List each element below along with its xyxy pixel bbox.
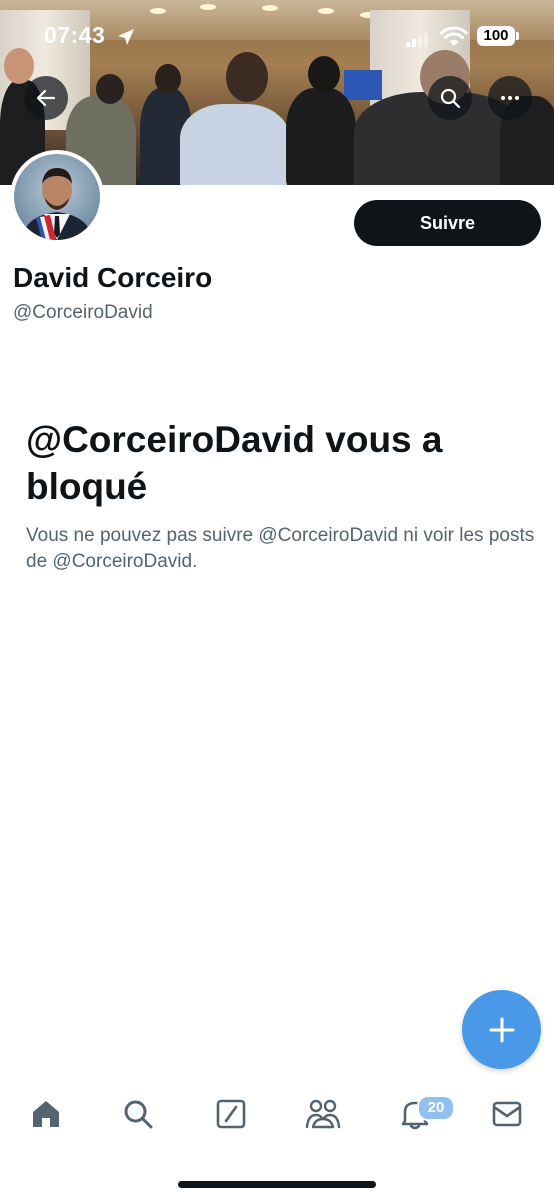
communities-icon — [305, 1099, 341, 1129]
follow-button[interactable]: Suivre — [354, 200, 541, 246]
notifications-badge: 20 — [417, 1095, 455, 1121]
banner-poster — [344, 70, 382, 100]
back-button[interactable] — [24, 76, 68, 120]
battery-tip — [516, 32, 519, 40]
bottom-tab-bar — [0, 1080, 554, 1160]
compose-post-button[interactable] — [462, 990, 541, 1069]
avatar-photo — [14, 154, 100, 240]
status-bar: 07:43 100 — [0, 0, 554, 70]
cellular-signal-icon — [406, 33, 428, 47]
banner-person — [286, 88, 356, 185]
battery-indicator: 100 — [477, 26, 515, 46]
tab-messages[interactable] — [489, 1096, 525, 1132]
banner-person — [180, 104, 290, 185]
tab-communities[interactable] — [305, 1096, 341, 1132]
plus-icon — [489, 1017, 514, 1042]
more-dots-icon — [501, 96, 519, 100]
location-arrow-icon — [118, 29, 134, 45]
search-button[interactable] — [428, 76, 472, 120]
mail-icon — [492, 1101, 522, 1127]
back-arrow-icon — [36, 89, 56, 107]
status-time: 07:43 — [44, 22, 106, 48]
blocked-title: @CorceiroDavid vous a bloqué — [26, 419, 443, 507]
tab-grok[interactable] — [213, 1096, 249, 1132]
profile-handle: @CorceiroDavid — [13, 302, 153, 323]
profile-display-name: David Corceiro — [13, 262, 213, 293]
banner-person-head — [96, 74, 124, 104]
home-icon — [33, 1101, 59, 1127]
avatar-portrait — [22, 168, 92, 240]
tab-search[interactable] — [120, 1096, 156, 1132]
wifi-icon — [440, 26, 468, 46]
home-indicator[interactable] — [178, 1181, 376, 1188]
tab-home[interactable] — [28, 1096, 64, 1132]
search-icon — [440, 88, 461, 109]
profile-avatar[interactable] — [10, 150, 104, 244]
blocked-description: Vous ne pouvez pas suivre @CorceiroDavid… — [26, 525, 535, 572]
search-icon — [124, 1100, 153, 1129]
more-options-button[interactable] — [488, 76, 532, 120]
grok-icon — [216, 1099, 246, 1129]
